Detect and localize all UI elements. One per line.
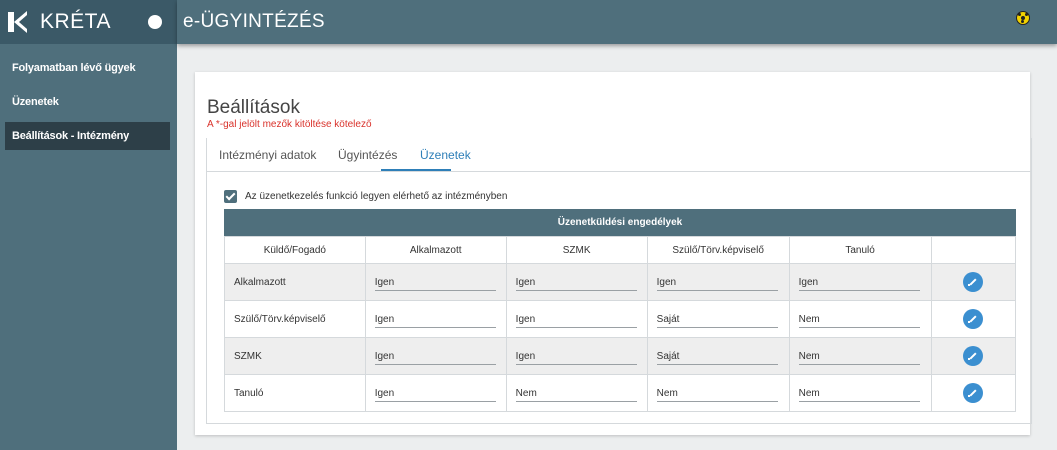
app-name: KRÉTA <box>40 10 111 33</box>
sidebar-item-beallitasok[interactable]: Beállítások - Intézmény <box>5 122 170 150</box>
sidebar-item-uzenetek[interactable]: Üzenetek <box>5 88 170 116</box>
sidebar-item-label: Beállítások - Intézmény <box>12 130 130 142</box>
col-header-szulo[interactable]: Szülő/Törv.képviselő <box>646 236 790 264</box>
permission-field: Saját <box>656 310 778 328</box>
permission-field: Nem <box>798 384 920 402</box>
row-label: Alkalmazott <box>224 263 366 301</box>
pencil-icon[interactable] <box>963 346 984 366</box>
tab-intezmenyi-adatok[interactable]: Intézményi adatok <box>219 148 316 162</box>
col-header-sender[interactable]: Küldő/Fogadó <box>224 236 366 264</box>
active-tab-indicator <box>381 169 451 171</box>
row-label: Szülő/Törv.képviselő <box>224 300 366 338</box>
permissions-table: Küldő/Fogadó Alkalmazott SZMK Szülő/Törv… <box>224 236 1017 412</box>
permission-field: Nem <box>515 384 637 402</box>
permission-field: Igen <box>656 273 778 291</box>
checkbox-label: Az üzenetkezelés funkció legyen elérhető… <box>245 191 508 202</box>
table-row: Alkalmazott Igen Igen Igen Igen <box>224 263 1017 301</box>
permission-field: Igen <box>515 310 637 328</box>
tab-ugyintezes[interactable]: Ügyintézés <box>338 148 397 162</box>
table-header-row: Küldő/Fogadó Alkalmazott SZMK Szülő/Törv… <box>224 236 1017 264</box>
sidebar-item-folyamatban[interactable]: Folyamatban lévő ügyek <box>5 54 170 82</box>
status-dot-icon[interactable] <box>148 15 162 29</box>
permission-field: Igen <box>374 384 496 402</box>
card-title: Beállítások <box>207 97 300 118</box>
hazard-icon[interactable] <box>1016 11 1030 25</box>
permission-field: Igen <box>798 273 920 291</box>
grid-title: Üzenetküldési engedélyek <box>224 209 1016 236</box>
pencil-icon[interactable] <box>963 272 984 292</box>
row-label: SZMK <box>224 337 366 375</box>
sidebar-item-label: Üzenetek <box>12 96 59 108</box>
col-header-actions <box>930 236 1017 264</box>
permission-field: Nem <box>656 384 778 402</box>
permission-field: Igen <box>374 273 496 291</box>
settings-card: Beállítások A *-gal jelölt mezők kitölté… <box>195 72 1032 435</box>
page-title: e-ÜGYINTÉZÉS <box>183 11 325 32</box>
permission-field: Nem <box>798 310 920 328</box>
sidebar: KRÉTA Folyamatban lévő ügyek Üzenetek Be… <box>0 0 177 450</box>
permission-field: Nem <box>798 347 920 365</box>
col-header-szmk[interactable]: SZMK <box>505 236 648 264</box>
tab-bar: Intézményi adatok Ügyintézés Üzenetek <box>207 138 1031 172</box>
permission-field: Igen <box>515 273 637 291</box>
pencil-icon[interactable] <box>963 383 984 403</box>
sidebar-item-label: Folyamatban lévő ügyek <box>12 62 136 74</box>
permission-field: Igen <box>374 310 496 328</box>
table-row: Tanuló Igen Nem Nem Nem <box>224 374 1017 412</box>
kreta-logo-icon <box>8 11 30 33</box>
brand[interactable]: KRÉTA <box>0 0 177 44</box>
col-header-alkalmazott[interactable]: Alkalmazott <box>364 236 507 264</box>
col-header-tanulo[interactable]: Tanuló <box>788 236 932 264</box>
table-row: SZMK Igen Igen Saját Nem <box>224 337 1017 375</box>
tab-uzenetek[interactable]: Üzenetek <box>420 148 471 162</box>
top-header: e-ÜGYINTÉZÉS <box>177 0 1057 44</box>
permission-field: Igen <box>374 347 496 365</box>
required-note: A *-gal jelölt mezők kitöltése kötelező <box>207 119 372 130</box>
messaging-enabled-row: Az üzenetkezelés funkció legyen elérhető… <box>224 190 507 203</box>
permission-field: Saját <box>656 347 778 365</box>
pencil-icon[interactable] <box>963 309 984 329</box>
table-row: Szülő/Törv.képviselő Igen Igen Saját Nem <box>224 300 1017 338</box>
permission-field: Igen <box>515 347 637 365</box>
tabs-panel: Intézményi adatok Ügyintézés Üzenetek Az… <box>206 138 1032 424</box>
row-label: Tanuló <box>224 374 366 412</box>
messaging-enabled-checkbox[interactable] <box>224 190 237 203</box>
